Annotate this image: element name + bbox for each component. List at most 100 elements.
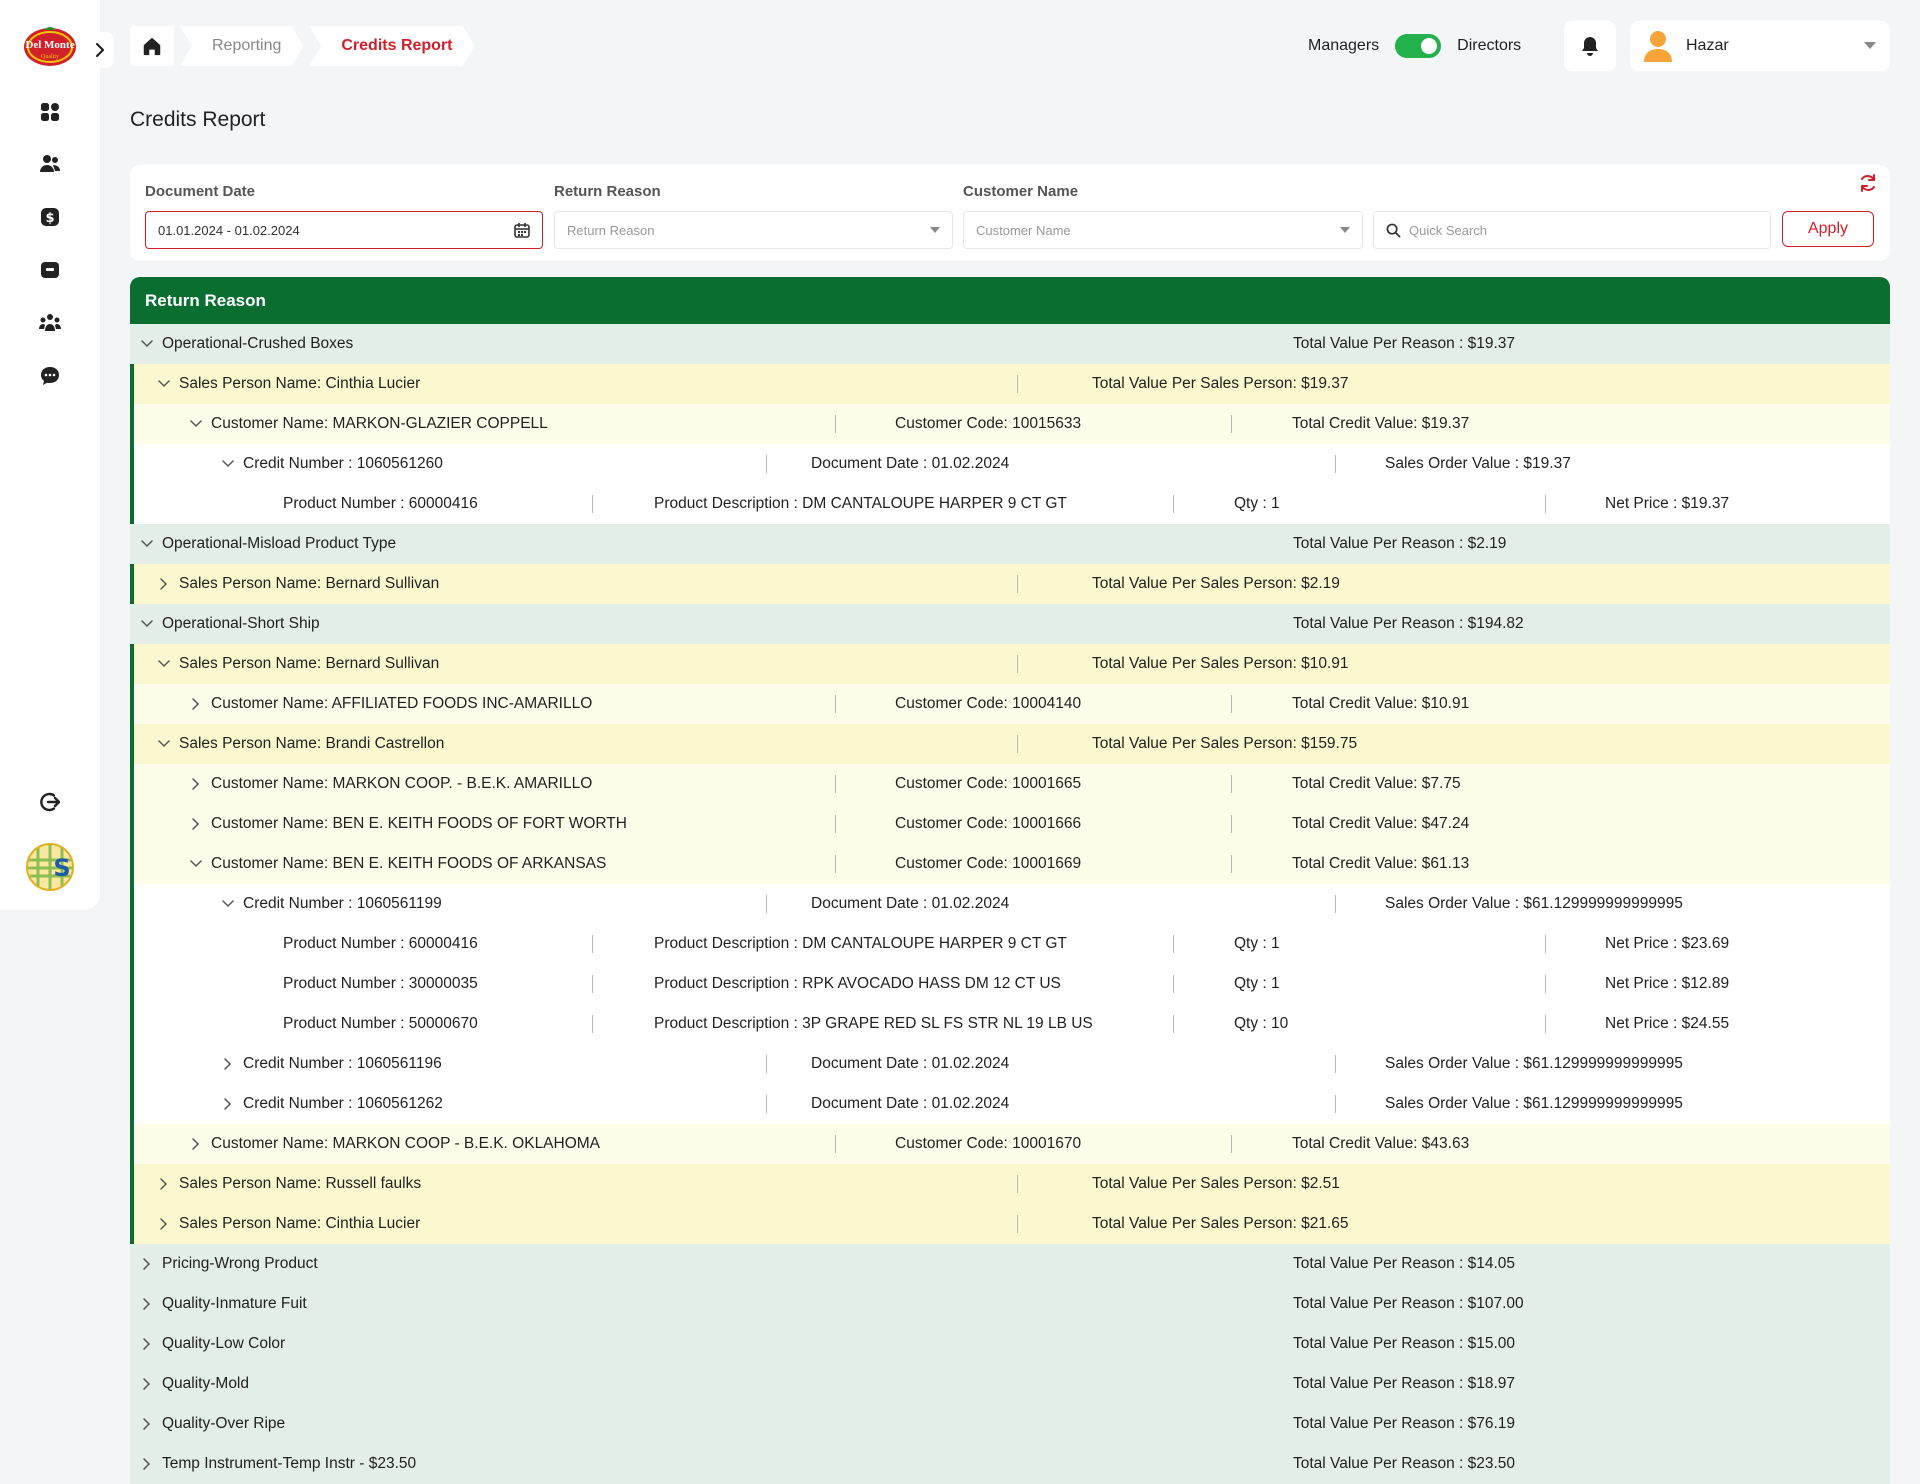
column-divider xyxy=(766,1095,767,1113)
product-row-cell: Product Number : 60000416 xyxy=(283,495,478,512)
reason-row[interactable]: Operational-Misload Product Type Total Va… xyxy=(130,524,1890,564)
column-divider xyxy=(1017,575,1018,593)
reason-row[interactable]: Quality-Mold Total Value Per Reason : $18… xyxy=(130,1364,1890,1404)
reason-row[interactable]: Operational-Crushed Boxes Total Value Per… xyxy=(130,324,1890,364)
chevron-down-icon[interactable] xyxy=(221,457,235,471)
credit-row[interactable]: Credit Number : 1060561262 Document Date … xyxy=(130,1084,1890,1124)
column-divider xyxy=(766,455,767,473)
column-divider xyxy=(1231,1135,1232,1153)
chevron-right-icon[interactable] xyxy=(221,1097,235,1111)
reason-row-cell: Total Value Per Reason : $23.50 xyxy=(1293,1455,1516,1472)
breadcrumb-reporting[interactable]: Reporting xyxy=(180,26,303,66)
reason-row[interactable]: Quality-Inmature Fuit Total Value Per Rea… xyxy=(130,1284,1890,1324)
chevron-down-icon[interactable] xyxy=(157,737,171,751)
credit-row-cell: Document Date : 01.02.2024 xyxy=(811,1095,1010,1112)
chevron-right-icon[interactable] xyxy=(140,1457,154,1471)
chevron-right-icon[interactable] xyxy=(140,1377,154,1391)
user-menu[interactable]: Hazar xyxy=(1630,21,1890,71)
home-icon[interactable] xyxy=(130,26,174,66)
salesperson-row[interactable]: Sales Person Name: Cinthia Lucier Total V… xyxy=(130,1204,1890,1244)
product-row: Product Number : 50000670 Product Descrip… xyxy=(130,1004,1890,1044)
customer-row-cell: Customer Name: BEN E. KEITH FOODS OF FOR… xyxy=(211,815,627,832)
customer-row[interactable]: Customer Name: MARKON COOP. - B.E.K. AMA… xyxy=(130,764,1890,804)
quick-search-input[interactable]: Quick Search xyxy=(1373,211,1771,249)
salesperson-row[interactable]: Sales Person Name: Russell faulks Total V… xyxy=(130,1164,1890,1204)
customer-row[interactable]: Customer Name: AFFILIATED FOODS INC-AMAR… xyxy=(130,684,1890,724)
chevron-down-icon[interactable] xyxy=(140,617,154,631)
reason-row[interactable]: Quality-Over Ripe Total Value Per Reason … xyxy=(130,1404,1890,1444)
column-divider xyxy=(592,935,593,953)
apply-button[interactable]: Apply xyxy=(1782,211,1874,247)
chevron-down-icon[interactable] xyxy=(140,537,154,551)
column-divider xyxy=(1231,775,1232,793)
column-divider xyxy=(1173,1015,1174,1033)
toggle-label-managers: Managers xyxy=(1308,37,1380,54)
chevron-right-icon[interactable] xyxy=(189,1137,203,1151)
chevron-right-icon[interactable] xyxy=(140,1337,154,1351)
column-divider xyxy=(835,815,836,833)
logout-icon[interactable] xyxy=(36,788,64,816)
chevron-down-icon[interactable] xyxy=(189,857,203,871)
chevron-right-icon[interactable] xyxy=(140,1297,154,1311)
feedback-icon[interactable] xyxy=(36,362,64,390)
product-row-cell: Product Number : 30000035 xyxy=(283,975,478,992)
chevron-down-icon[interactable] xyxy=(157,657,171,671)
chevron-right-icon[interactable] xyxy=(157,577,171,591)
sidebar: Del Monte Quality $ S xyxy=(0,0,100,910)
dashboard-icon[interactable] xyxy=(36,98,64,126)
customer-row[interactable]: Customer Name: MARKON COOP - B.E.K. OKLA… xyxy=(130,1124,1890,1164)
credit-row-cell: Sales Order Value : $61.129999999999995 xyxy=(1385,1095,1683,1112)
chevron-right-icon[interactable] xyxy=(189,777,203,791)
salesperson-row-cell: Sales Person Name: Bernard Sullivan xyxy=(179,655,440,672)
credit-row[interactable]: Credit Number : 1060561260 Document Date … xyxy=(130,444,1890,484)
document-date-field[interactable]: 01.01.2024 - 01.02.2024 xyxy=(145,211,543,249)
customer-name-select[interactable]: Customer Name xyxy=(963,211,1363,249)
chevron-right-icon[interactable] xyxy=(140,1417,154,1431)
chevron-right-icon[interactable] xyxy=(157,1217,171,1231)
reason-row[interactable]: Pricing-Wrong Product Total Value Per Rea… xyxy=(130,1244,1890,1284)
refresh-icon[interactable] xyxy=(1856,171,1880,195)
customer-row[interactable]: Customer Name: BEN E. KEITH FOODS OF FOR… xyxy=(130,804,1890,844)
role-toggle-switch[interactable] xyxy=(1395,34,1442,58)
reason-row[interactable]: Operational-Short Ship Total Value Per Re… xyxy=(130,604,1890,644)
salesperson-row[interactable]: Sales Person Name: Cinthia Lucier Total V… xyxy=(130,364,1890,404)
chevron-right-icon[interactable] xyxy=(221,1057,235,1071)
product-row-cell: Net Price : $24.55 xyxy=(1605,1015,1730,1032)
user-name: Hazar xyxy=(1686,37,1729,54)
toolbox-icon[interactable] xyxy=(36,256,64,284)
salesperson-row[interactable]: Sales Person Name: Bernard Sullivan Total… xyxy=(130,564,1890,604)
reason-row[interactable]: Temp Instrument-Temp Instr - $23.50 Total… xyxy=(130,1444,1890,1484)
customer-row[interactable]: Customer Name: BEN E. KEITH FOODS OF ARK… xyxy=(130,844,1890,884)
sidebar-expand-button[interactable] xyxy=(86,32,114,68)
chevron-right-icon[interactable] xyxy=(140,1257,154,1271)
salesperson-row[interactable]: Sales Person Name: Brandi Castrellon Tota… xyxy=(130,724,1890,764)
column-divider xyxy=(1545,495,1546,513)
customer-row[interactable]: Customer Name: MARKON-GLAZIER COPPELL Cus… xyxy=(130,404,1890,444)
salesperson-row-cell: Total Value Per Sales Person: $159.75 xyxy=(1092,735,1358,752)
salesperson-row[interactable]: Sales Person Name: Bernard Sullivan Total… xyxy=(130,644,1890,684)
product-row-cell: Product Description : 3P GRAPE RED SL FS… xyxy=(654,1015,1093,1032)
column-divider xyxy=(835,775,836,793)
column-divider xyxy=(592,495,593,513)
chevron-down-icon[interactable] xyxy=(157,377,171,391)
chevron-down-icon[interactable] xyxy=(189,417,203,431)
toggle-label-directors: Directors xyxy=(1457,37,1522,54)
reason-row[interactable]: Quality-Low Color Total Value Per Reason … xyxy=(130,1324,1890,1364)
credit-row-cell: Document Date : 01.02.2024 xyxy=(811,895,1010,912)
return-reason-select[interactable]: Return Reason xyxy=(554,211,953,249)
chevron-right-icon[interactable] xyxy=(189,697,203,711)
credit-row[interactable]: Credit Number : 1060561199 Document Date … xyxy=(130,884,1890,924)
column-divider xyxy=(1231,415,1232,433)
chevron-down-icon[interactable] xyxy=(221,897,235,911)
users-icon[interactable] xyxy=(36,150,64,178)
credit-row-cell: Credit Number : 1060561260 xyxy=(243,455,443,472)
chevron-down-icon[interactable] xyxy=(140,337,154,351)
chevron-right-icon[interactable] xyxy=(189,817,203,831)
dollar-icon[interactable]: $ xyxy=(36,203,64,231)
column-divider xyxy=(1017,1175,1018,1193)
chevron-right-icon[interactable] xyxy=(157,1177,171,1191)
credit-row[interactable]: Credit Number : 1060561196 Document Date … xyxy=(130,1044,1890,1084)
column-divider xyxy=(1173,495,1174,513)
notifications-button[interactable] xyxy=(1564,21,1616,71)
team-icon[interactable] xyxy=(36,309,64,337)
